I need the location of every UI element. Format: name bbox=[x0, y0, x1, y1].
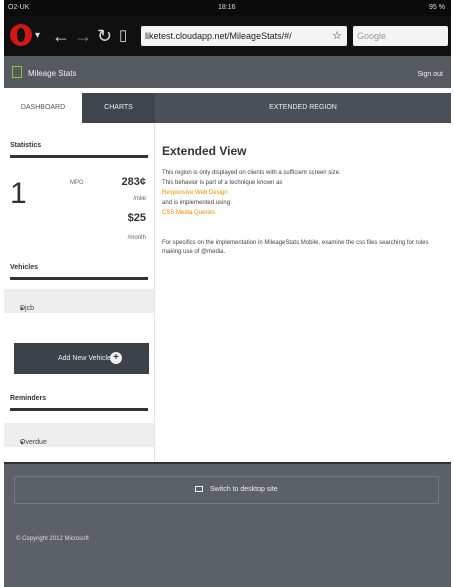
overdue-item[interactable]: ▾ Overdue bbox=[4, 423, 154, 447]
css-media-queries-link[interactable]: CSS Media Queries bbox=[162, 210, 215, 216]
vehicle-item[interactable]: ▾ Djcb bbox=[4, 289, 154, 313]
mileage-stats-logo-icon bbox=[12, 66, 22, 78]
chevron-down-icon[interactable]: ▾ bbox=[35, 26, 40, 46]
extended-text-3: and is implemented using bbox=[162, 200, 231, 206]
add-vehicle-button[interactable]: Add New Vehicle + bbox=[14, 343, 149, 374]
tabs-icon[interactable]: ▯ bbox=[119, 26, 127, 46]
browser-toolbar: ▾ ← → ↻ ▯ liketest.cloudapp.net/MileageS… bbox=[4, 16, 451, 56]
vehicles-heading: Vehicles bbox=[10, 264, 39, 271]
statistics-divider bbox=[10, 155, 148, 158]
sign-out-link[interactable]: Sign out bbox=[417, 71, 443, 78]
switch-desktop-button[interactable]: Switch to desktop site bbox=[14, 476, 439, 504]
vehicles-divider bbox=[10, 277, 148, 280]
tab-charts[interactable]: CHARTS bbox=[82, 93, 155, 123]
monitor-icon bbox=[195, 486, 203, 492]
mpg-value: 1 bbox=[10, 177, 27, 210]
extended-text-2: This behavior is part of a technique kno… bbox=[162, 180, 283, 186]
address-bar[interactable]: liketest.cloudapp.net/MileageStats/#/ ☆ bbox=[141, 26, 347, 46]
tab-bar: DASHBOARD CHARTS EXTENDED REGION bbox=[4, 93, 451, 123]
statistics-heading: Statistics bbox=[10, 142, 42, 149]
per-month-label: /month bbox=[127, 235, 146, 241]
app-title: Mileage Stats bbox=[28, 69, 77, 78]
dashboard-panel: Statistics 1 MPG 283¢ /mile $25 /month V… bbox=[4, 123, 155, 463]
clock: 18:16 bbox=[218, 4, 236, 11]
carrier-label: O2-UK bbox=[8, 4, 30, 11]
footer-divider bbox=[4, 462, 451, 464]
opera-menu-icon[interactable] bbox=[10, 24, 32, 46]
vehicle-name: Djcb bbox=[20, 305, 35, 312]
switch-desktop-label: Switch to desktop site bbox=[210, 486, 278, 493]
plus-icon: + bbox=[110, 352, 122, 364]
bookmark-star-icon[interactable]: ☆ bbox=[332, 29, 342, 42]
search-placeholder: Google bbox=[357, 31, 387, 41]
reminders-divider bbox=[10, 408, 148, 411]
app-header: Mileage Stats Sign out bbox=[4, 56, 451, 88]
responsive-web-design-link[interactable]: Responsive Web Design bbox=[162, 190, 228, 196]
mpg-label: MPG bbox=[70, 180, 84, 186]
cost-per-month: $25 bbox=[127, 212, 146, 224]
address-url: liketest.cloudapp.net/MileageStats/#/ bbox=[145, 31, 292, 41]
status-bar: O2-UK 18:16 95 % bbox=[4, 0, 451, 16]
battery-level: 95 % bbox=[429, 4, 445, 11]
search-input[interactable]: Google bbox=[353, 26, 448, 46]
copyright-text: © Copyright 2012 Microsoft bbox=[16, 536, 89, 542]
add-vehicle-label: Add New Vehicle bbox=[58, 355, 111, 362]
tab-extended-region[interactable]: EXTENDED REGION bbox=[155, 93, 451, 123]
tab-dashboard[interactable]: DASHBOARD bbox=[4, 93, 82, 123]
reminders-heading: Reminders bbox=[10, 395, 47, 402]
back-arrow-icon[interactable]: ← bbox=[52, 26, 70, 46]
extended-view-title: Extended View bbox=[162, 144, 247, 158]
per-mile-label: /mile bbox=[133, 196, 146, 202]
extended-text-4: For specifics on the implementation in M… bbox=[162, 240, 429, 255]
cost-per-mile: 283¢ bbox=[121, 176, 146, 188]
reload-icon[interactable]: ↻ bbox=[97, 26, 112, 46]
tablet-screen: O2-UK 18:16 95 % ▾ ← → ↻ ▯ liketest.clou… bbox=[4, 0, 451, 587]
extended-text-1: This region is only displayed on clients… bbox=[162, 170, 341, 176]
extended-region-panel: Extended View This region is only displa… bbox=[155, 123, 451, 463]
overdue-label: Overdue bbox=[20, 439, 47, 446]
forward-arrow-icon[interactable]: → bbox=[74, 26, 92, 46]
